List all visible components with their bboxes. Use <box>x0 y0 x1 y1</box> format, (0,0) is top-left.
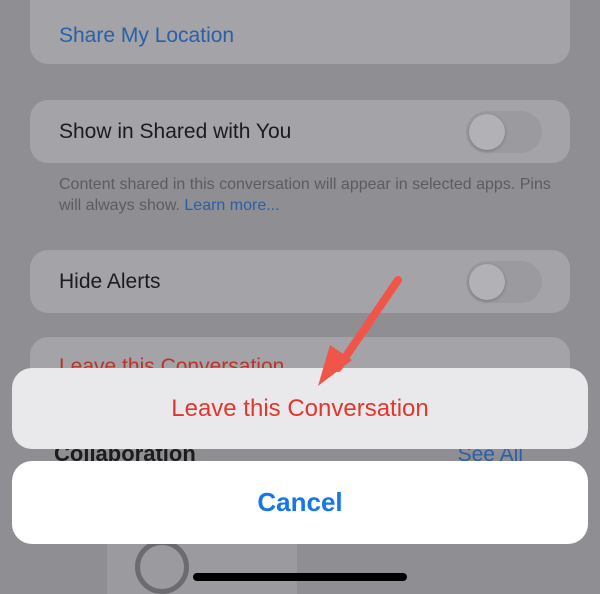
annotation-arrow-icon <box>318 276 402 386</box>
